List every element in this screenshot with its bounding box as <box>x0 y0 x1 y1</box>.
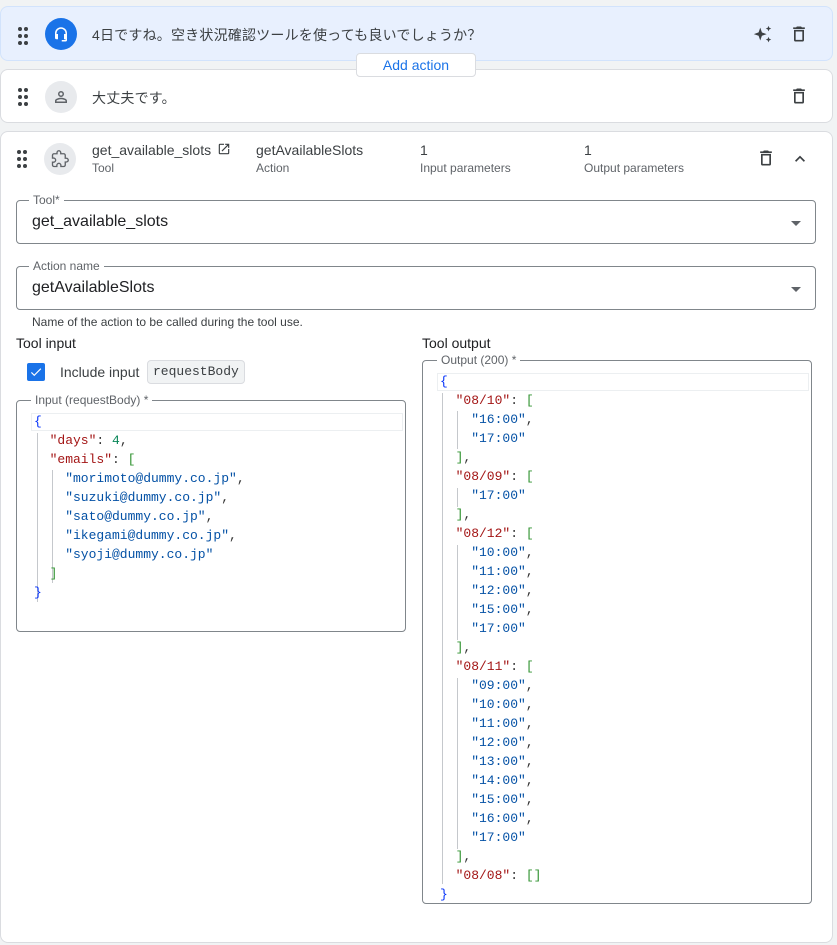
code-line: "11:00", <box>471 716 534 731</box>
tool-name-column: get_available_slots Tool <box>92 142 231 176</box>
code-line: } <box>440 887 448 902</box>
code-line: "08/10": [ <box>455 393 534 408</box>
input-json-label: Input (requestBody) * <box>31 393 153 407</box>
support-agent-icon <box>45 18 77 50</box>
code-line: "12:00", <box>471 735 534 750</box>
action-name-label: Action name <box>29 259 104 273</box>
action-name-value: getAvailableSlots <box>32 279 155 296</box>
output-caption: Output parameters <box>584 161 685 175</box>
dropdown-arrow-icon <box>791 221 801 226</box>
action-column: getAvailableSlots Action <box>256 142 363 176</box>
output-json-code: { "08/10": [ "16:00", "17:00"], "08/09": [ "1… <box>440 372 541 904</box>
tool-caption: Tool <box>92 161 115 175</box>
code-line: "08/12": [ <box>455 526 534 541</box>
code-line: ] <box>49 566 58 581</box>
auto-awesome-icon[interactable] <box>751 23 775 47</box>
tool-select-label: Tool* <box>29 193 64 207</box>
code-line: "days": 4, <box>49 433 128 448</box>
action-value: getAvailableSlots <box>256 142 364 158</box>
tool-input-title: Tool input <box>16 335 76 351</box>
code-line: "12:00", <box>471 583 534 598</box>
output-json-editor[interactable]: Output (200) * { "08/10": [ "16:00", "17:00… <box>422 353 812 904</box>
code-line: "morimoto@dummy.co.jp", <box>65 471 245 486</box>
input-json-code: { "days": 4, "emails": [ "morimoto@dummy.co… <box>34 412 245 602</box>
user-message-text: 大丈夫です。 <box>92 90 176 106</box>
check-icon <box>30 368 42 377</box>
code-line: "17:00" <box>471 488 526 503</box>
code-line: "16:00", <box>471 412 534 427</box>
code-line: } <box>34 585 42 600</box>
tool-select[interactable]: Tool* get_available_slots <box>16 193 816 244</box>
open-in-new-icon[interactable] <box>217 142 231 156</box>
code-line: "sato@dummy.co.jp", <box>65 509 214 524</box>
dropdown-arrow-icon <box>791 287 801 292</box>
input-caption: Input parameters <box>420 161 511 175</box>
code-line: ], <box>455 450 472 465</box>
delete-icon[interactable] <box>787 84 811 108</box>
code-line: ], <box>455 507 472 522</box>
person-icon <box>45 81 77 113</box>
tool-select-value: get_available_slots <box>32 213 169 230</box>
code-line: { <box>440 374 448 389</box>
output-json-label: Output (200) * <box>437 353 521 367</box>
code-line: "08/08": [] <box>455 868 542 883</box>
code-line: "13:00", <box>471 754 534 769</box>
include-input-param-chip: requestBody <box>147 360 245 384</box>
output-count: 1 <box>584 142 592 158</box>
code-line: "08/11": [ <box>455 659 534 674</box>
tool-name-link[interactable]: get_available_slots <box>92 142 211 158</box>
expand-less-icon[interactable] <box>788 147 812 171</box>
agent-message-text: 4日ですね。空き状況確認ツールを使っても良いでしょうか？ <box>92 27 482 43</box>
delete-icon[interactable] <box>754 146 778 170</box>
drag-handle-icon[interactable] <box>18 88 30 106</box>
code-line: ], <box>455 849 472 864</box>
code-line: { <box>34 414 42 429</box>
drag-handle-icon[interactable] <box>17 150 29 168</box>
code-line: "syoji@dummy.co.jp" <box>65 547 214 562</box>
extension-icon <box>44 143 76 175</box>
add-action-button[interactable]: Add action <box>356 53 476 77</box>
code-line: ], <box>455 640 472 655</box>
drag-handle-icon[interactable] <box>18 27 30 45</box>
user-message-card: 大丈夫です。 <box>0 69 833 123</box>
code-line: "17:00" <box>471 830 526 845</box>
include-input-checkbox[interactable] <box>27 363 45 381</box>
code-line: "08/09": [ <box>455 469 534 484</box>
code-line: "10:00", <box>471 697 534 712</box>
delete-icon[interactable] <box>787 22 811 46</box>
action-name-select[interactable]: Action name getAvailableSlots <box>16 259 816 310</box>
code-line: "17:00" <box>471 621 526 636</box>
include-input-label: Include input <box>60 364 140 380</box>
code-line: "16:00", <box>471 811 534 826</box>
input-params-column: 1 Input parameters <box>420 142 511 176</box>
code-line: "14:00", <box>471 773 534 788</box>
tool-output-title: Tool output <box>422 335 491 351</box>
action-name-hint: Name of the action to be called during t… <box>32 315 303 329</box>
code-line: "15:00", <box>471 602 534 617</box>
action-caption: Action <box>256 161 290 175</box>
code-line: "09:00", <box>471 678 534 693</box>
code-line: "emails": [ <box>49 452 136 467</box>
input-json-editor[interactable]: Input (requestBody) * { "days": 4, "emails… <box>16 393 406 632</box>
code-line: "suzuki@dummy.co.jp", <box>65 490 230 505</box>
code-line: "ikegami@dummy.co.jp", <box>65 528 237 543</box>
code-line: "15:00", <box>471 792 534 807</box>
output-params-column: 1 Output parameters <box>584 142 684 176</box>
code-line: "11:00", <box>471 564 534 579</box>
code-line: "10:00", <box>471 545 534 560</box>
code-line: "17:00" <box>471 431 526 446</box>
input-count: 1 <box>420 142 428 158</box>
